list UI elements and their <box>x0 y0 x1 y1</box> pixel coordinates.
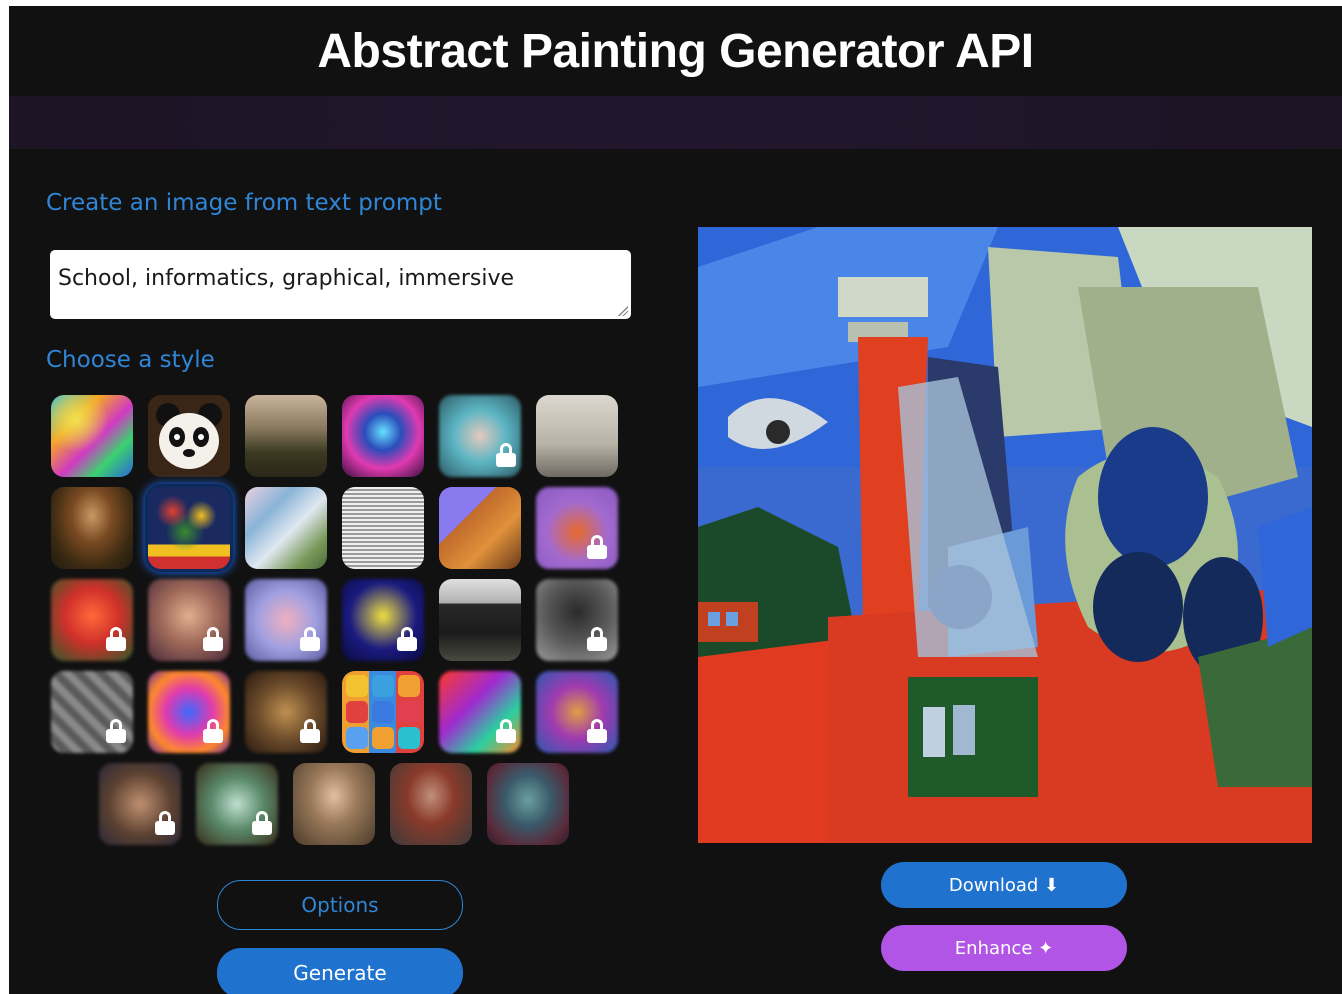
style-icon-grid[interactable] <box>342 671 424 753</box>
style-vintage-engraving[interactable] <box>536 395 618 477</box>
lock-icon <box>587 719 607 743</box>
style-ballet[interactable] <box>245 487 327 569</box>
download-button[interactable]: Download ⬇ <box>881 862 1127 908</box>
style-flowers[interactable] <box>148 487 230 569</box>
style-etching-cup[interactable] <box>342 487 424 569</box>
style-neon-robot[interactable] <box>342 395 424 477</box>
lock-icon <box>300 719 320 743</box>
lock-icon <box>106 719 126 743</box>
lock-icon <box>397 627 417 651</box>
options-button[interactable]: Options <box>217 880 463 930</box>
lock-icon <box>252 811 272 835</box>
generated-image <box>698 227 1312 843</box>
style-landscape[interactable] <box>245 395 327 477</box>
style-steampunk-man[interactable] <box>390 763 472 845</box>
style-panda[interactable] <box>148 395 230 477</box>
style-woman-painting[interactable] <box>293 763 375 845</box>
lock-icon <box>203 719 223 743</box>
lock-icon <box>587 627 607 651</box>
style-green-face[interactable] <box>487 763 569 845</box>
app-frame: Abstract Painting Generator API Create a… <box>9 6 1342 994</box>
style-rainbow-paint[interactable] <box>51 395 133 477</box>
generate-button[interactable]: Generate <box>217 948 463 994</box>
enhance-button[interactable]: Enhance ✦ <box>881 925 1127 971</box>
style-isometric[interactable] <box>439 487 521 569</box>
lock-icon <box>496 443 516 467</box>
style-architecture[interactable] <box>439 579 521 661</box>
resize-grip-icon[interactable] <box>618 306 628 316</box>
page-title: Abstract Painting Generator API <box>317 24 1034 78</box>
lock-icon <box>300 627 320 651</box>
header-band <box>9 96 1342 149</box>
lock-icon <box>106 627 126 651</box>
prompt-input-text: School, informatics, graphical, immersiv… <box>58 266 515 291</box>
lock-icon <box>496 719 516 743</box>
style-mona-lisa[interactable] <box>51 487 133 569</box>
lock-icon <box>587 535 607 559</box>
lock-icon <box>155 811 175 835</box>
lock-icon <box>203 627 223 651</box>
prompt-section-label: Create an image from text prompt <box>46 190 442 216</box>
prompt-input[interactable]: School, informatics, graphical, immersiv… <box>50 250 631 319</box>
style-section-label: Choose a style <box>46 347 215 373</box>
